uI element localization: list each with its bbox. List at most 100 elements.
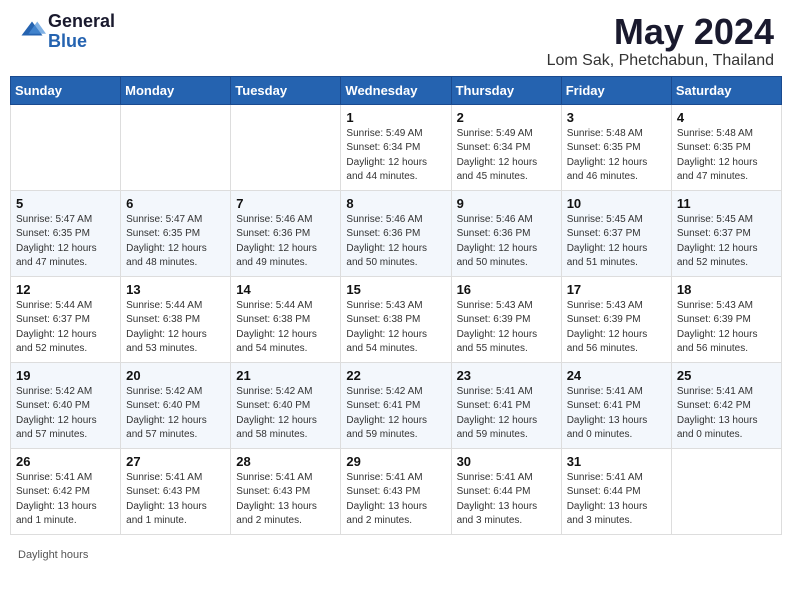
calendar-cell: 4 Sunrise: 5:48 AM Sunset: 6:35 PM Daylig… xyxy=(671,104,781,190)
day-number: 28 xyxy=(236,454,335,469)
calendar-table: SundayMondayTuesdayWednesdayThursdayFrid… xyxy=(10,76,782,535)
day-info: Sunrise: 5:49 AM Sunset: 6:34 PM Dayligh… xyxy=(346,127,445,185)
day-of-week-header: Tuesday xyxy=(231,76,341,104)
day-number: 24 xyxy=(567,368,666,383)
day-number: 9 xyxy=(457,196,556,211)
day-number: 4 xyxy=(677,110,776,125)
daylight-label: Daylight hours xyxy=(18,549,88,561)
calendar-cell: 17Sunrise: 5:43 AM Sunset: 6:39 PM Dayli… xyxy=(561,276,671,362)
calendar-cell: 2 Sunrise: 5:49 AM Sunset: 6:34 PM Daylig… xyxy=(451,104,561,190)
calendar-cell: 19Sunrise: 5:42 AM Sunset: 6:40 PM Dayli… xyxy=(11,362,121,448)
calendar-cell: 25 Sunrise: 5:41 AM Sunset: 6:42 PM Dayli… xyxy=(671,362,781,448)
calendar-cell: 6 Sunrise: 5:47 AM Sunset: 6:35 PM Daylig… xyxy=(121,190,231,276)
day-info: Sunrise: 5:41 AM Sunset: 6:42 PM Dayligh… xyxy=(677,385,776,443)
day-number: 15 xyxy=(346,282,445,297)
calendar-week-row: 12 Sunrise: 5:44 AM Sunset: 6:37 PM Dayli… xyxy=(11,276,782,362)
day-number: 16 xyxy=(457,282,556,297)
calendar-cell xyxy=(231,104,341,190)
calendar-cell: 10 Sunrise: 5:45 AM Sunset: 6:37 PM Dayli… xyxy=(561,190,671,276)
day-number: 18 xyxy=(677,282,776,297)
day-number: 21 xyxy=(236,368,335,383)
calendar-cell: 18 Sunrise: 5:43 AM Sunset: 6:39 PM Dayli… xyxy=(671,276,781,362)
day-info: Sunrise: 5:42 AM Sunset: 6:41 PM Dayligh… xyxy=(346,385,445,443)
day-info: Sunrise: 5:46 AM Sunset: 6:36 PM Dayligh… xyxy=(457,213,556,271)
day-number: 2 xyxy=(457,110,556,125)
day-info: Sunrise: 5:48 AM Sunset: 6:35 PM Dayligh… xyxy=(677,127,776,185)
day-number: 27 xyxy=(126,454,225,469)
calendar-cell: 8 Sunrise: 5:46 AM Sunset: 6:36 PM Daylig… xyxy=(341,190,451,276)
day-number: 10 xyxy=(567,196,666,211)
calendar-header: SundayMondayTuesdayWednesdayThursdayFrid… xyxy=(11,76,782,104)
day-number: 13 xyxy=(126,282,225,297)
calendar-cell: 28Sunrise: 5:41 AM Sunset: 6:43 PM Dayli… xyxy=(231,448,341,534)
day-info: Sunrise: 5:42 AM Sunset: 6:40 PM Dayligh… xyxy=(126,385,225,443)
day-number: 23 xyxy=(457,368,556,383)
title-section: May 2024 Lom Sak, Phetchabun, Thailand xyxy=(547,12,774,70)
day-of-week-header: Thursday xyxy=(451,76,561,104)
day-info: Sunrise: 5:41 AM Sunset: 6:41 PM Dayligh… xyxy=(457,385,556,443)
calendar-cell: 5 Sunrise: 5:47 AM Sunset: 6:35 PM Daylig… xyxy=(11,190,121,276)
day-number: 11 xyxy=(677,196,776,211)
calendar-cell: 14Sunrise: 5:44 AM Sunset: 6:38 PM Dayli… xyxy=(231,276,341,362)
logo-icon xyxy=(18,18,46,46)
day-number: 6 xyxy=(126,196,225,211)
day-info: Sunrise: 5:48 AM Sunset: 6:35 PM Dayligh… xyxy=(567,127,666,185)
logo: General Blue xyxy=(18,12,115,52)
day-info: Sunrise: 5:45 AM Sunset: 6:37 PM Dayligh… xyxy=(567,213,666,271)
day-info: Sunrise: 5:44 AM Sunset: 6:37 PM Dayligh… xyxy=(16,299,115,357)
day-of-week-header: Monday xyxy=(121,76,231,104)
day-info: Sunrise: 5:42 AM Sunset: 6:40 PM Dayligh… xyxy=(16,385,115,443)
day-number: 8 xyxy=(346,196,445,211)
day-number: 26 xyxy=(16,454,115,469)
calendar-cell: 23 Sunrise: 5:41 AM Sunset: 6:41 PM Dayli… xyxy=(451,362,561,448)
day-info: Sunrise: 5:43 AM Sunset: 6:39 PM Dayligh… xyxy=(677,299,776,357)
location-subtitle: Lom Sak, Phetchabun, Thailand xyxy=(547,52,774,70)
day-info: Sunrise: 5:46 AM Sunset: 6:36 PM Dayligh… xyxy=(346,213,445,271)
day-info: Sunrise: 5:49 AM Sunset: 6:34 PM Dayligh… xyxy=(457,127,556,185)
calendar-cell: 15Sunrise: 5:43 AM Sunset: 6:38 PM Dayli… xyxy=(341,276,451,362)
logo-general-text: General xyxy=(48,12,115,32)
month-year-title: May 2024 xyxy=(547,12,774,52)
calendar-week-row: 19Sunrise: 5:42 AM Sunset: 6:40 PM Dayli… xyxy=(11,362,782,448)
day-number: 17 xyxy=(567,282,666,297)
days-of-week-row: SundayMondayTuesdayWednesdayThursdayFrid… xyxy=(11,76,782,104)
day-number: 12 xyxy=(16,282,115,297)
day-info: Sunrise: 5:44 AM Sunset: 6:38 PM Dayligh… xyxy=(236,299,335,357)
header: General Blue May 2024 Lom Sak, Phetchabu… xyxy=(0,0,792,76)
calendar-cell xyxy=(121,104,231,190)
day-number: 7 xyxy=(236,196,335,211)
logo-text: General Blue xyxy=(48,12,115,52)
day-of-week-header: Saturday xyxy=(671,76,781,104)
day-number: 29 xyxy=(346,454,445,469)
day-info: Sunrise: 5:47 AM Sunset: 6:35 PM Dayligh… xyxy=(126,213,225,271)
calendar-cell: 3Sunrise: 5:48 AM Sunset: 6:35 PM Daylig… xyxy=(561,104,671,190)
calendar-cell xyxy=(11,104,121,190)
day-info: Sunrise: 5:41 AM Sunset: 6:43 PM Dayligh… xyxy=(126,471,225,529)
day-number: 30 xyxy=(457,454,556,469)
calendar-week-row: 26 Sunrise: 5:41 AM Sunset: 6:42 PM Dayli… xyxy=(11,448,782,534)
calendar-cell: 21Sunrise: 5:42 AM Sunset: 6:40 PM Dayli… xyxy=(231,362,341,448)
day-of-week-header: Wednesday xyxy=(341,76,451,104)
calendar-cell: 31Sunrise: 5:41 AM Sunset: 6:44 PM Dayli… xyxy=(561,448,671,534)
day-info: Sunrise: 5:41 AM Sunset: 6:41 PM Dayligh… xyxy=(567,385,666,443)
day-number: 25 xyxy=(677,368,776,383)
day-info: Sunrise: 5:45 AM Sunset: 6:37 PM Dayligh… xyxy=(677,213,776,271)
calendar-cell: 12 Sunrise: 5:44 AM Sunset: 6:37 PM Dayli… xyxy=(11,276,121,362)
day-of-week-header: Sunday xyxy=(11,76,121,104)
day-info: Sunrise: 5:41 AM Sunset: 6:44 PM Dayligh… xyxy=(567,471,666,529)
calendar-body: 1 Sunrise: 5:49 AM Sunset: 6:34 PM Daylig… xyxy=(11,104,782,534)
day-number: 1 xyxy=(346,110,445,125)
calendar-cell: 13Sunrise: 5:44 AM Sunset: 6:38 PM Dayli… xyxy=(121,276,231,362)
calendar-cell xyxy=(671,448,781,534)
day-number: 5 xyxy=(16,196,115,211)
calendar-cell: 7Sunrise: 5:46 AM Sunset: 6:36 PM Daylig… xyxy=(231,190,341,276)
calendar-cell: 24 Sunrise: 5:41 AM Sunset: 6:41 PM Dayli… xyxy=(561,362,671,448)
day-info: Sunrise: 5:41 AM Sunset: 6:42 PM Dayligh… xyxy=(16,471,115,529)
day-info: Sunrise: 5:47 AM Sunset: 6:35 PM Dayligh… xyxy=(16,213,115,271)
day-info: Sunrise: 5:41 AM Sunset: 6:43 PM Dayligh… xyxy=(346,471,445,529)
calendar-cell: 11 Sunrise: 5:45 AM Sunset: 6:37 PM Dayli… xyxy=(671,190,781,276)
calendar-cell: 16Sunrise: 5:43 AM Sunset: 6:39 PM Dayli… xyxy=(451,276,561,362)
calendar-cell: 20Sunrise: 5:42 AM Sunset: 6:40 PM Dayli… xyxy=(121,362,231,448)
calendar-cell: 29 Sunrise: 5:41 AM Sunset: 6:43 PM Dayli… xyxy=(341,448,451,534)
day-of-week-header: Friday xyxy=(561,76,671,104)
